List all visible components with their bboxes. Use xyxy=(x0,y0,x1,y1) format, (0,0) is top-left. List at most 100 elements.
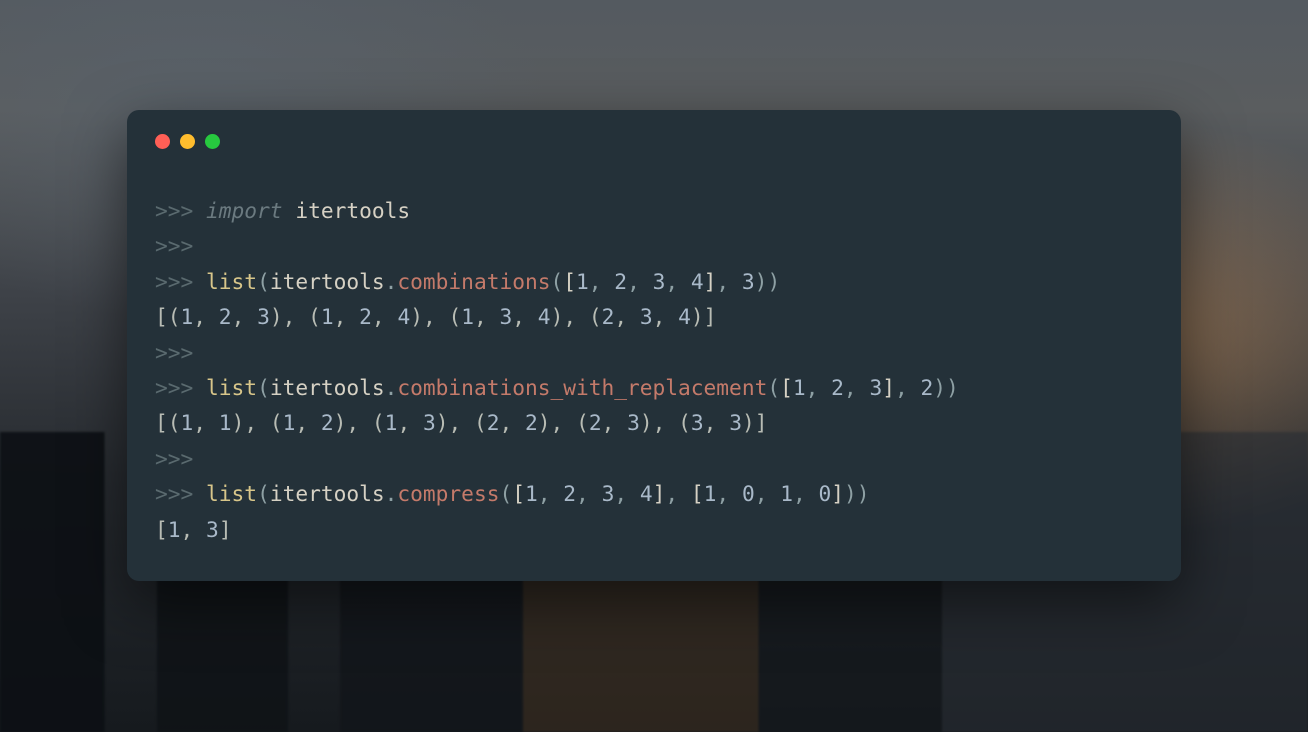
token-punct: ( xyxy=(550,269,563,294)
token-text: ), ( xyxy=(436,410,487,435)
token-punct: , xyxy=(538,481,564,506)
repl-input-line: >>> xyxy=(155,441,1153,476)
token-num: 1 xyxy=(168,517,181,542)
token-method: combinations xyxy=(397,269,550,294)
token-punct: , xyxy=(576,481,602,506)
token-text: , xyxy=(295,410,321,435)
token-module: itertools xyxy=(295,198,410,223)
token-text: , xyxy=(704,410,730,435)
token-bracket: [ xyxy=(563,269,576,294)
token-punct: ) xyxy=(755,269,768,294)
token-num: 1 xyxy=(283,410,296,435)
token-num: 2 xyxy=(487,410,500,435)
token-punct: , xyxy=(589,269,615,294)
repl-output-line: [(1, 1), (1, 2), (1, 3), (2, 2), (2, 3),… xyxy=(155,405,1153,440)
token-punct: , xyxy=(665,481,691,506)
token-punct: ) xyxy=(946,375,959,400)
token-text: , xyxy=(614,304,640,329)
token-num: 3 xyxy=(869,375,882,400)
token-num: 1 xyxy=(181,304,194,329)
token-text: ), ( xyxy=(538,410,589,435)
token-num: 2 xyxy=(525,410,538,435)
token-ident: itertools xyxy=(270,269,385,294)
token-num: 3 xyxy=(653,269,666,294)
token-punct: ( xyxy=(767,375,780,400)
token-num: 4 xyxy=(397,304,410,329)
token-punct: ( xyxy=(499,481,512,506)
minimize-icon[interactable] xyxy=(180,134,195,149)
token-punct: ( xyxy=(257,269,270,294)
token-punct: . xyxy=(385,269,398,294)
token-num: 0 xyxy=(742,481,755,506)
token-punct: ( xyxy=(257,481,270,506)
token-num: 4 xyxy=(538,304,551,329)
token-bracket: [ xyxy=(691,481,704,506)
token-punct: , xyxy=(627,269,653,294)
token-punct: , xyxy=(806,375,832,400)
token-bracket: [ xyxy=(780,375,793,400)
token-num: 2 xyxy=(602,304,615,329)
token-punct: , xyxy=(665,269,691,294)
token-prompt: >>> xyxy=(155,269,206,294)
token-text: , xyxy=(193,304,219,329)
window-titlebar xyxy=(155,134,1153,149)
token-num: 1 xyxy=(780,481,793,506)
terminal-output[interactable]: >>> import itertools>>>>>> list(itertool… xyxy=(155,193,1153,547)
token-punct: ) xyxy=(844,481,857,506)
token-text: ] xyxy=(219,517,232,542)
token-text: , xyxy=(474,304,500,329)
token-text: , xyxy=(397,410,423,435)
token-num: 3 xyxy=(602,481,615,506)
token-text: , xyxy=(232,304,258,329)
token-text: ), ( xyxy=(410,304,461,329)
token-num: 1 xyxy=(385,410,398,435)
token-num: 3 xyxy=(206,517,219,542)
token-bracket: ] xyxy=(831,481,844,506)
repl-input-line: >>> import itertools xyxy=(155,193,1153,228)
token-punct: . xyxy=(385,375,398,400)
token-text: ), ( xyxy=(551,304,602,329)
terminal-window: >>> import itertools>>>>>> list(itertool… xyxy=(127,110,1181,581)
token-num: 4 xyxy=(678,304,691,329)
token-text: , xyxy=(500,410,526,435)
token-text: , xyxy=(602,410,628,435)
token-num: 0 xyxy=(819,481,832,506)
token-bracket: ] xyxy=(704,269,717,294)
token-num: 2 xyxy=(589,410,602,435)
token-method: compress xyxy=(397,481,499,506)
token-prompt: >>> xyxy=(155,446,193,471)
token-num: 1 xyxy=(321,304,334,329)
token-ident: itertools xyxy=(270,481,385,506)
token-prompt: >>> xyxy=(155,375,206,400)
token-punct: ( xyxy=(257,375,270,400)
token-bracket: [ xyxy=(512,481,525,506)
token-num: 2 xyxy=(563,481,576,506)
token-punct: , xyxy=(895,375,921,400)
repl-output-line: [1, 3] xyxy=(155,512,1153,547)
token-builtin: list xyxy=(206,375,257,400)
repl-input-line: >>> list(itertools.combinations([1, 2, 3… xyxy=(155,264,1153,299)
token-prompt: >>> xyxy=(155,198,206,223)
close-icon[interactable] xyxy=(155,134,170,149)
token-num: 2 xyxy=(321,410,334,435)
repl-input-line: >>> list(itertools.combinations_with_rep… xyxy=(155,370,1153,405)
token-text: )] xyxy=(742,410,768,435)
token-num: 3 xyxy=(640,304,653,329)
token-num: 3 xyxy=(691,410,704,435)
token-num: 1 xyxy=(525,481,538,506)
token-punct: , xyxy=(793,481,819,506)
token-num: 2 xyxy=(920,375,933,400)
token-num: 1 xyxy=(219,410,232,435)
token-punct: , xyxy=(716,269,742,294)
token-num: 2 xyxy=(831,375,844,400)
zoom-icon[interactable] xyxy=(205,134,220,149)
token-text: [ xyxy=(155,517,168,542)
token-num: 2 xyxy=(219,304,232,329)
token-keyword: import xyxy=(206,198,295,223)
token-text: , xyxy=(512,304,538,329)
token-punct: , xyxy=(755,481,781,506)
token-punct: ) xyxy=(767,269,780,294)
token-text: [( xyxy=(155,410,181,435)
token-num: 3 xyxy=(500,304,513,329)
token-text: [( xyxy=(155,304,181,329)
